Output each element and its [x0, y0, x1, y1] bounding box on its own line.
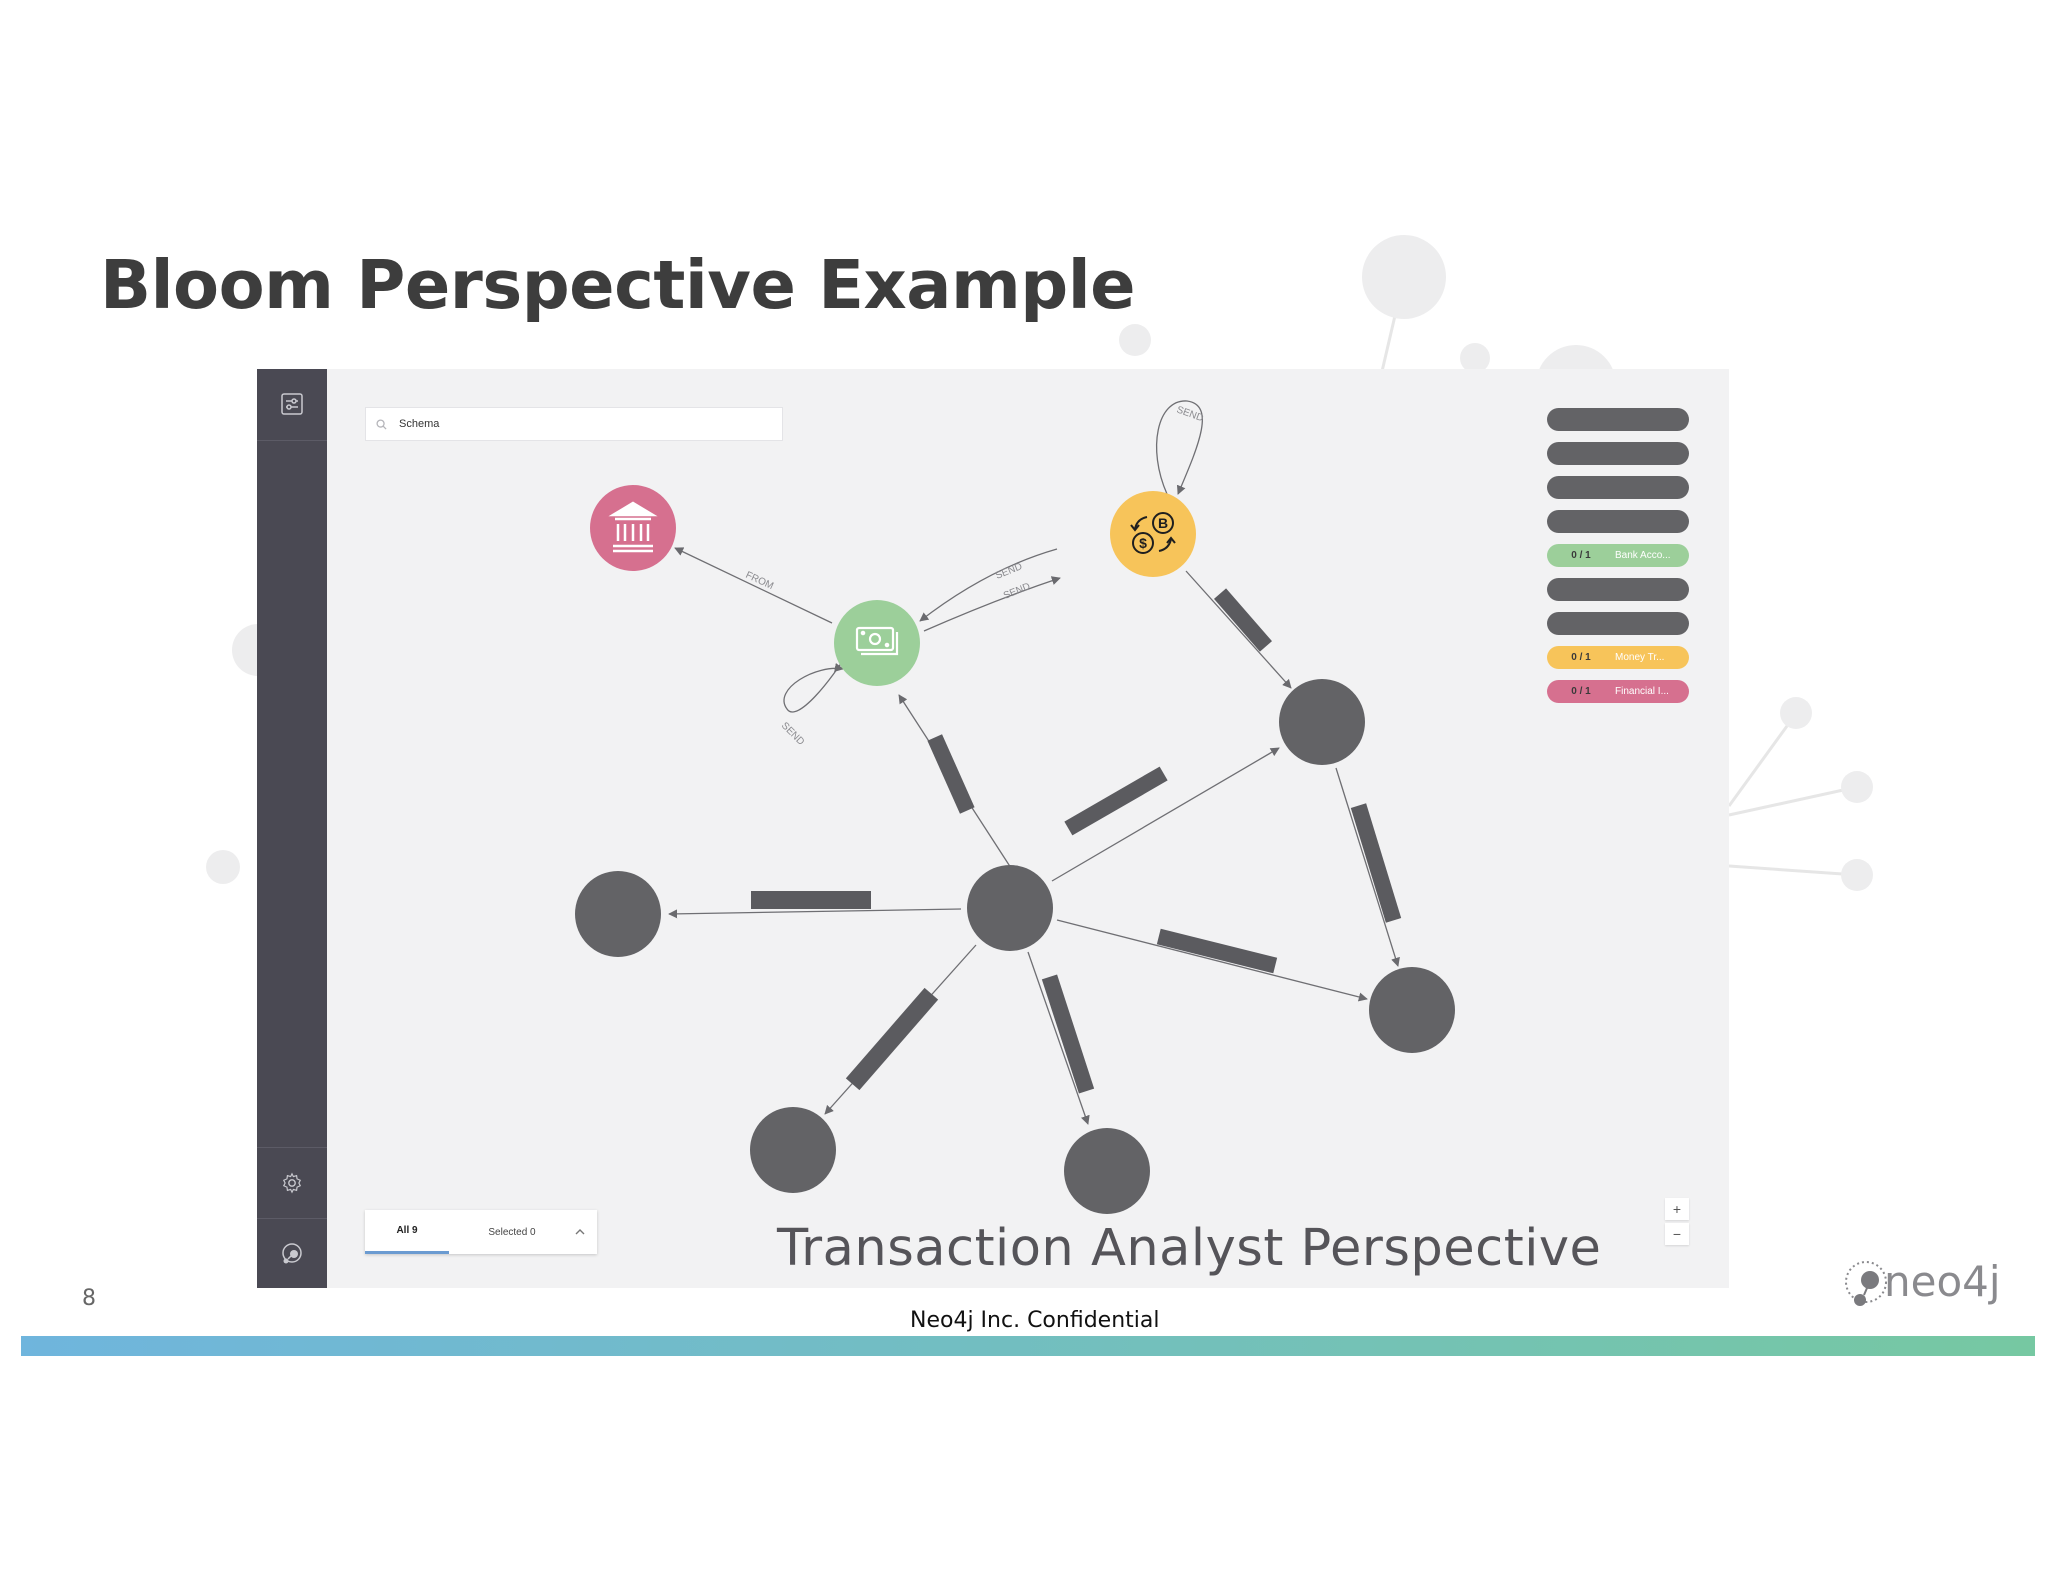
confidential-notice: Neo4j Inc. Confidential — [910, 1308, 1160, 1333]
perspective-caption: Transaction Analyst Perspective — [777, 1219, 1602, 1278]
legend-category-pill[interactable] — [1547, 578, 1689, 601]
page-number: 8 — [82, 1286, 96, 1311]
relationship-edge[interactable] — [1056, 919, 1368, 1002]
legend-category-pill[interactable] — [1547, 442, 1689, 465]
relationship-label-send: SEND — [1175, 404, 1205, 424]
legend-label: Financial I... — [1615, 686, 1669, 697]
graph-node[interactable] — [575, 871, 661, 957]
relationship-label-send: SEND — [1002, 581, 1032, 602]
neo4j-brain-icon — [282, 1243, 302, 1264]
relationship-label-bar — [1214, 588, 1272, 652]
neo4j-logo: neo4j — [1845, 1257, 2001, 1306]
financial-institution-node[interactable] — [590, 485, 676, 571]
sidebar-divider — [257, 440, 327, 441]
relationship-edge[interactable] — [919, 548, 1058, 622]
perspective-button[interactable] — [257, 369, 327, 439]
zoom-in-button[interactable]: + — [1665, 1198, 1689, 1220]
legend-category-pill[interactable] — [1547, 408, 1689, 431]
legend-count: 0 / 1 — [1571, 686, 1591, 697]
results-panel: All 9 Selected 0 — [365, 1210, 597, 1254]
legend-label: Money Tr... — [1615, 652, 1665, 663]
search-icon — [376, 418, 387, 430]
chevron-up-icon[interactable] — [572, 1224, 588, 1240]
legend-category-pill[interactable] — [1547, 476, 1689, 499]
settings-button[interactable] — [257, 1148, 327, 1218]
relationship-label-bar — [751, 891, 871, 909]
svg-text:$: $ — [1139, 535, 1147, 551]
footer-gradient-bar — [21, 1336, 2035, 1356]
tab-all[interactable]: All 9 — [365, 1210, 449, 1254]
relationship-label-bar — [927, 734, 975, 814]
legend-label: Bank Acco... — [1615, 550, 1671, 561]
legend-category-pill[interactable] — [1547, 510, 1689, 533]
legend-count: 0 / 1 — [1571, 550, 1591, 561]
relationship-label-bar — [845, 987, 939, 1091]
relationship-label-bar — [1064, 766, 1168, 836]
legend-category-pill[interactable]: 0 / 1 Financial I... — [1547, 680, 1689, 703]
zoom-out-button[interactable]: − — [1665, 1223, 1689, 1245]
bloom-app-window: FROM SEND SEND SEND SEND B $ Schema 0 / … — [257, 369, 1729, 1288]
legend-category-pill[interactable] — [1547, 612, 1689, 635]
svg-text:B: B — [1158, 515, 1168, 531]
graph-node[interactable] — [1064, 1128, 1150, 1214]
relationship-label-bar — [1350, 803, 1402, 923]
money-transfer-node[interactable]: B $ — [1110, 491, 1196, 577]
left-sidebar — [257, 369, 327, 1288]
graph-node[interactable] — [1369, 967, 1455, 1053]
relationship-label-bar — [1041, 974, 1095, 1094]
relationship-edge[interactable] — [923, 576, 1061, 632]
relationship-label-send: SEND — [994, 561, 1024, 582]
graph-node[interactable] — [1279, 679, 1365, 765]
graph-canvas[interactable]: FROM SEND SEND SEND SEND B $ — [257, 369, 1729, 1288]
legend-count: 0 / 1 — [1571, 652, 1591, 663]
perspective-icon — [281, 393, 303, 415]
neo4j-logo-text: neo4j — [1884, 1257, 2001, 1306]
relationship-edge[interactable] — [1185, 570, 1292, 689]
graph-node[interactable] — [750, 1107, 836, 1193]
legend-category-pill[interactable]: 0 / 1 Bank Acco... — [1547, 544, 1689, 567]
legend-category-pill[interactable]: 0 / 1 Money Tr... — [1547, 646, 1689, 669]
search-bar[interactable] — [365, 407, 783, 441]
slide-title: Bloom Perspective Example — [100, 246, 1136, 324]
relationship-label-send: SEND — [779, 720, 806, 747]
relationship-edge[interactable] — [1335, 767, 1400, 967]
gear-icon — [282, 1172, 302, 1194]
category-legend: 0 / 1 Bank Acco... 0 / 1 Money Tr... 0 / 1 Fi… — [1547, 408, 1689, 714]
graph-node[interactable] — [967, 865, 1053, 951]
search-input[interactable] — [397, 417, 781, 431]
tab-selected[interactable]: Selected 0 — [467, 1210, 557, 1254]
relationship-edge[interactable] — [668, 908, 962, 919]
relationship-edge[interactable] — [674, 547, 833, 624]
relationship-label-bar — [1156, 928, 1278, 974]
neo4j-brain-button[interactable] — [257, 1219, 327, 1288]
bank-account-node[interactable] — [834, 600, 920, 686]
